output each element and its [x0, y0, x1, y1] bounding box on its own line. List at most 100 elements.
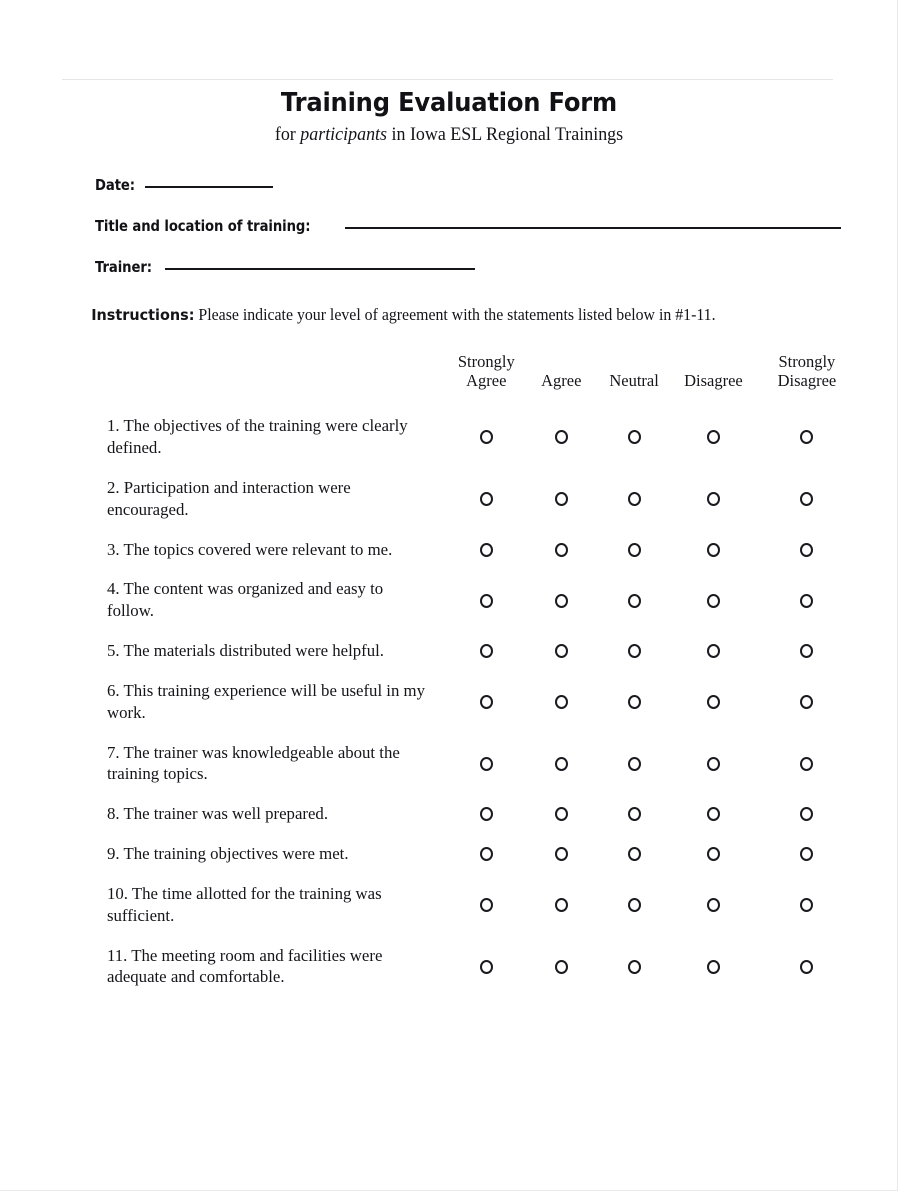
radio-option[interactable] — [525, 733, 597, 795]
radio-circle-icon[interactable] — [800, 695, 814, 710]
radio-circle-icon[interactable] — [479, 593, 493, 608]
radio-circle-icon[interactable] — [554, 492, 568, 507]
radio-circle-icon[interactable] — [554, 644, 568, 659]
radio-option[interactable] — [756, 406, 858, 468]
radio-option[interactable] — [525, 936, 597, 998]
radio-circle-icon[interactable] — [627, 847, 641, 862]
radio-circle-icon[interactable] — [554, 847, 568, 862]
radio-option[interactable] — [447, 936, 525, 998]
radio-option[interactable] — [597, 631, 671, 671]
radio-option[interactable] — [671, 569, 756, 631]
radio-circle-icon[interactable] — [479, 847, 493, 862]
radio-option[interactable] — [525, 794, 597, 834]
radio-option[interactable] — [756, 874, 858, 936]
radio-option[interactable] — [756, 569, 858, 631]
radio-circle-icon[interactable] — [554, 807, 568, 822]
radio-circle-icon[interactable] — [627, 695, 641, 710]
radio-circle-icon[interactable] — [706, 807, 720, 822]
radio-option[interactable] — [447, 671, 525, 733]
radio-circle-icon[interactable] — [800, 644, 814, 659]
radio-circle-icon[interactable] — [800, 492, 814, 507]
radio-circle-icon[interactable] — [554, 430, 568, 445]
radio-circle-icon[interactable] — [706, 959, 720, 974]
radio-option[interactable] — [447, 569, 525, 631]
radio-option[interactable] — [671, 834, 756, 874]
radio-option[interactable] — [525, 468, 597, 530]
radio-circle-icon[interactable] — [800, 847, 814, 862]
date-input[interactable] — [145, 186, 274, 188]
radio-option[interactable] — [597, 874, 671, 936]
radio-circle-icon[interactable] — [800, 430, 814, 445]
radio-circle-icon[interactable] — [554, 756, 568, 771]
radio-circle-icon[interactable] — [800, 756, 814, 771]
radio-circle-icon[interactable] — [554, 898, 568, 912]
radio-circle-icon[interactable] — [800, 593, 814, 608]
radio-circle-icon[interactable] — [627, 644, 641, 659]
radio-circle-icon[interactable] — [627, 492, 641, 507]
radio-option[interactable] — [756, 671, 858, 733]
radio-option[interactable] — [447, 631, 525, 671]
radio-circle-icon[interactable] — [479, 644, 493, 659]
radio-circle-icon[interactable] — [479, 430, 493, 445]
radio-circle-icon[interactable] — [554, 593, 568, 608]
radio-circle-icon[interactable] — [627, 430, 641, 445]
radio-option[interactable] — [597, 936, 671, 998]
radio-option[interactable] — [756, 936, 858, 998]
radio-option[interactable] — [525, 406, 597, 468]
radio-circle-icon[interactable] — [479, 756, 493, 771]
radio-option[interactable] — [671, 468, 756, 530]
radio-circle-icon[interactable] — [479, 898, 493, 912]
radio-option[interactable] — [671, 874, 756, 936]
radio-option[interactable] — [447, 530, 525, 570]
radio-option[interactable] — [597, 733, 671, 795]
radio-option[interactable] — [671, 671, 756, 733]
radio-circle-icon[interactable] — [479, 959, 493, 974]
radio-circle-icon[interactable] — [627, 756, 641, 771]
radio-circle-icon[interactable] — [706, 644, 720, 659]
title-location-input[interactable] — [344, 227, 841, 229]
radio-circle-icon[interactable] — [479, 492, 493, 507]
radio-option[interactable] — [447, 874, 525, 936]
radio-circle-icon[interactable] — [706, 593, 720, 608]
radio-option[interactable] — [597, 794, 671, 834]
radio-option[interactable] — [525, 834, 597, 874]
radio-option[interactable] — [447, 733, 525, 795]
radio-circle-icon[interactable] — [706, 492, 720, 507]
radio-circle-icon[interactable] — [627, 593, 641, 608]
radio-option[interactable] — [597, 530, 671, 570]
radio-option[interactable] — [525, 530, 597, 570]
radio-circle-icon[interactable] — [706, 695, 720, 710]
radio-option[interactable] — [597, 569, 671, 631]
radio-option[interactable] — [525, 874, 597, 936]
radio-option[interactable] — [756, 530, 858, 570]
radio-circle-icon[interactable] — [554, 542, 568, 557]
radio-option[interactable] — [447, 794, 525, 834]
radio-circle-icon[interactable] — [627, 542, 641, 557]
radio-option[interactable] — [756, 468, 858, 530]
radio-option[interactable] — [756, 794, 858, 834]
radio-circle-icon[interactable] — [627, 898, 641, 912]
radio-option[interactable] — [756, 733, 858, 795]
radio-circle-icon[interactable] — [554, 695, 568, 710]
radio-option[interactable] — [756, 631, 858, 671]
radio-option[interactable] — [671, 936, 756, 998]
radio-option[interactable] — [525, 671, 597, 733]
radio-circle-icon[interactable] — [479, 695, 493, 710]
radio-circle-icon[interactable] — [706, 542, 720, 557]
radio-circle-icon[interactable] — [800, 898, 814, 912]
radio-circle-icon[interactable] — [800, 542, 814, 557]
radio-option[interactable] — [671, 406, 756, 468]
radio-option[interactable] — [447, 468, 525, 530]
radio-option[interactable] — [597, 406, 671, 468]
radio-circle-icon[interactable] — [706, 756, 720, 771]
radio-option[interactable] — [756, 834, 858, 874]
radio-circle-icon[interactable] — [479, 542, 493, 557]
radio-option[interactable] — [671, 794, 756, 834]
radio-circle-icon[interactable] — [479, 807, 493, 822]
radio-option[interactable] — [525, 569, 597, 631]
radio-circle-icon[interactable] — [627, 807, 641, 822]
radio-circle-icon[interactable] — [554, 959, 568, 974]
radio-option[interactable] — [671, 530, 756, 570]
radio-option[interactable] — [597, 468, 671, 530]
radio-option[interactable] — [447, 834, 525, 874]
